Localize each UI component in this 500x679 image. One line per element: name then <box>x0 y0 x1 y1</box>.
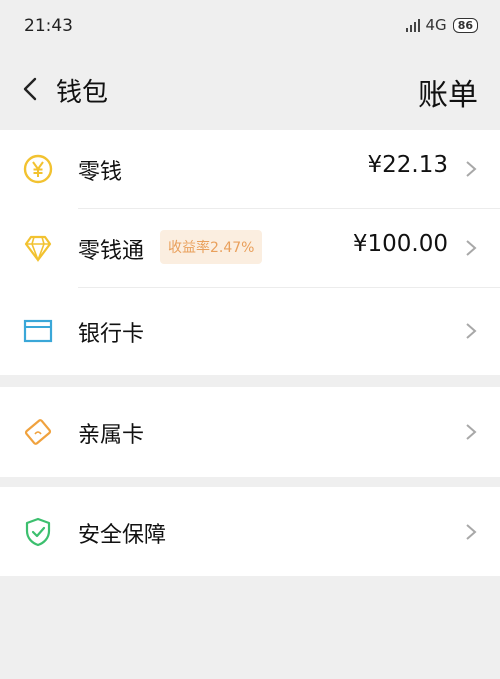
wallet-item-label: 银行卡 <box>78 322 145 347</box>
chevron-right-icon <box>466 524 477 540</box>
chevron-right-icon <box>466 323 477 339</box>
wallet-item-label: 亲属卡 <box>78 423 145 448</box>
lingqiantong-balance: ¥100.00 <box>352 231 448 257</box>
signal-icon <box>405 18 420 32</box>
change-balance: ¥22.13 <box>367 152 448 178</box>
wallet-item-bank-card[interactable]: 银行卡 <box>0 292 500 370</box>
wallet-item-security[interactable]: 安全保障 <box>0 493 500 571</box>
nav-bar: 钱包 账单 <box>0 52 500 126</box>
chevron-right-icon <box>466 424 477 440</box>
chevron-right-icon <box>466 240 477 256</box>
wallet-item-change[interactable]: 零钱 ¥22.13 <box>0 130 500 208</box>
chevron-right-icon <box>466 161 477 177</box>
yen-coin-icon <box>23 154 53 184</box>
family-card-icon <box>24 419 52 445</box>
shield-check-icon <box>25 517 51 547</box>
status-indicators: 4G 86 <box>405 16 478 34</box>
divider <box>78 287 500 288</box>
yield-rate-badge: 收益率2.47% <box>160 230 263 264</box>
page-title: 钱包 <box>56 78 109 108</box>
wallet-item-label: 零钱通 <box>78 239 145 264</box>
status-time: 21:43 <box>24 16 73 36</box>
back-arrow-icon[interactable] <box>16 74 46 104</box>
security-section: 安全保障 <box>0 487 500 576</box>
wallet-item-family-card[interactable]: 亲属卡 <box>0 393 500 471</box>
diamond-icon <box>24 235 52 263</box>
bill-button[interactable]: 账单 <box>418 70 478 114</box>
battery-indicator: 86 <box>452 17 478 33</box>
network-type: 4G <box>425 16 447 34</box>
wallet-item-label: 安全保障 <box>78 523 167 548</box>
wallet-item-label: 零钱 <box>78 160 123 185</box>
status-bar: 21:43 4G 86 <box>0 0 500 52</box>
bank-card-icon <box>23 319 53 343</box>
family-card-section: 亲属卡 <box>0 387 500 477</box>
